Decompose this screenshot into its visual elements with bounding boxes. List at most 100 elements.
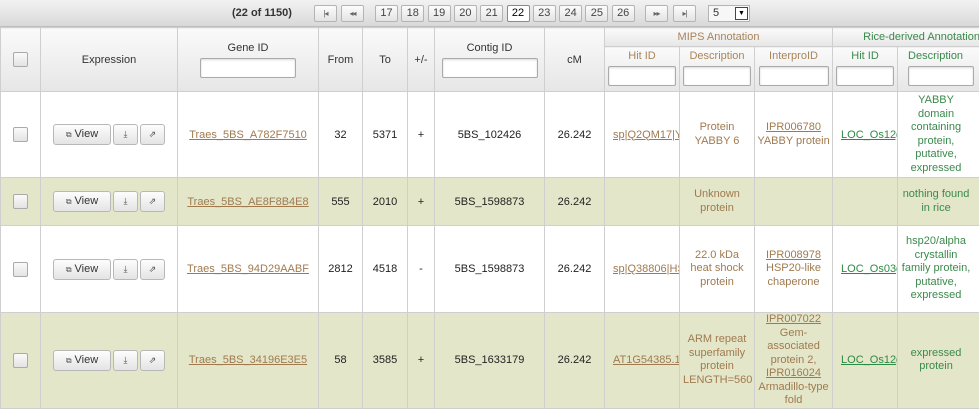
mips-description: Unknown protein xyxy=(680,188,754,215)
page-button[interactable]: 17 xyxy=(375,5,398,22)
mips-hit-id-cell xyxy=(605,178,680,226)
gene-id-header-label: Gene ID xyxy=(228,42,269,54)
rice-hit-link[interactable]: LOC_Os12g42610 xyxy=(841,129,898,141)
rice-description-cell: hsp20/alpha crystallin family protein, p… xyxy=(898,226,979,313)
to-cell: 2010 xyxy=(363,178,408,226)
rice-description-cell: YABBY domain containing protein, putativ… xyxy=(898,92,979,178)
gene-id-cell: Traes_5BS_A782F7510 xyxy=(178,92,319,178)
download-icon[interactable]: ⤓ xyxy=(113,191,138,212)
download-icon[interactable]: ⤓ xyxy=(113,124,138,145)
mips-hit-id-cell: sp|Q2QM17|YABBY6 xyxy=(605,92,680,178)
rice-hit-id-filter-input[interactable] xyxy=(836,66,894,86)
view-icon: ⧉ xyxy=(66,356,72,365)
row-checkbox[interactable] xyxy=(13,194,28,209)
row-checkbox[interactable] xyxy=(13,127,28,142)
rows-per-page-select[interactable]: 5 ▼ xyxy=(708,5,750,22)
contig-id-cell: 5BS_1633179 xyxy=(435,313,545,409)
interpro-id-link[interactable]: IPR007022 xyxy=(757,313,830,327)
contig-id-cell: 5BS_102426 xyxy=(435,92,545,178)
page-button[interactable]: 23 xyxy=(533,5,556,22)
select-all-checkbox[interactable] xyxy=(13,52,28,67)
from-cell: 32 xyxy=(319,92,363,178)
cm-header[interactable]: cM xyxy=(545,28,605,92)
rice-hit-link[interactable]: LOC_Os12g43050 xyxy=(841,354,898,366)
next-page-icon[interactable]: ▸▸ xyxy=(645,5,668,22)
mips-hit-id-filter-input[interactable] xyxy=(608,66,676,86)
contig-id-filter-input[interactable] xyxy=(442,58,538,78)
mips-description-cell: 22.0 kDa heat shock protein xyxy=(680,226,755,313)
to-cell: 5371 xyxy=(363,92,408,178)
row-checkbox[interactable] xyxy=(13,262,28,277)
view-expression-button[interactable]: ⧉View xyxy=(53,191,111,212)
page-button[interactable]: 24 xyxy=(559,5,582,22)
mips-hit-link[interactable]: sp|Q2QM17|YABBY6 xyxy=(613,129,680,141)
contig-id-cell: 5BS_1598873 xyxy=(435,178,545,226)
page-button[interactable]: 19 xyxy=(428,5,451,22)
rice-description-cell: nothing found in rice xyxy=(898,178,979,226)
external-link-icon[interactable]: ⇗ xyxy=(140,191,165,212)
interpro-id-link[interactable]: IPR016024 xyxy=(757,367,830,381)
prev-page-icon[interactable]: ◂◂ xyxy=(341,5,364,22)
table-row: ⧉View⤓⇗Traes_5BS_94D29AABF28124518-5BS_1… xyxy=(1,226,979,313)
page-button[interactable]: 20 xyxy=(454,5,477,22)
first-page-icon[interactable]: |◂ xyxy=(314,5,337,22)
external-link-icon[interactable]: ⇗ xyxy=(140,259,165,280)
external-link-icon[interactable]: ⇗ xyxy=(140,350,165,371)
last-page-icon[interactable]: ▸| xyxy=(673,5,696,22)
interpro-id-link[interactable]: IPR008978 xyxy=(757,249,830,263)
cm-cell: 26.242 xyxy=(545,92,605,178)
gene-id-header: Gene ID xyxy=(178,28,319,92)
external-link-icon[interactable]: ⇗ xyxy=(140,124,165,145)
to-cell: 4518 xyxy=(363,226,408,313)
rice-hit-id-header-label: Hit ID xyxy=(851,50,879,62)
view-icon: ⧉ xyxy=(66,265,72,274)
mips-description-filter-input[interactable] xyxy=(683,66,751,86)
to-header[interactable]: To xyxy=(363,28,408,92)
contig-id-cell: 5BS_1598873 xyxy=(435,226,545,313)
gene-id-filter-input[interactable] xyxy=(200,58,296,78)
rice-annotation-group-header: Rice-derived Annotation xyxy=(833,28,979,47)
gene-id-link[interactable]: Traes_5BS_34196E3E5 xyxy=(189,354,307,366)
mips-hit-link[interactable]: sp|Q38806|HSP22 xyxy=(613,263,680,275)
rice-description: expressed protein xyxy=(898,347,974,374)
mips-description-header: Description xyxy=(680,47,755,92)
from-cell: 58 xyxy=(319,313,363,409)
from-header[interactable]: From xyxy=(319,28,363,92)
download-icon[interactable]: ⤓ xyxy=(113,259,138,280)
mips-hit-link[interactable]: AT1G54385.1 xyxy=(613,354,680,366)
mips-description: 22.0 kDa heat shock protein xyxy=(680,249,754,290)
view-expression-button[interactable]: ⧉View xyxy=(53,259,111,280)
interpro-id-filter-input[interactable] xyxy=(759,66,829,86)
contig-id-header-label: Contig ID xyxy=(467,42,513,54)
chevron-down-icon: ▼ xyxy=(735,7,748,20)
view-expression-button[interactable]: ⧉View xyxy=(53,350,111,371)
interpro-id-link[interactable]: IPR006780 xyxy=(757,121,830,135)
rice-description-filter-input[interactable] xyxy=(908,66,974,86)
view-expression-button[interactable]: ⧉View xyxy=(53,124,111,145)
interpro-description: Armadillo-type fold xyxy=(757,381,830,408)
gene-id-link[interactable]: Traes_5BS_AE8F8B4E8 xyxy=(187,196,308,208)
mips-annotation-group-header: MIPS Annotation xyxy=(605,28,833,47)
download-icon[interactable]: ⤓ xyxy=(113,350,138,371)
table-row: ⧉View⤓⇗ Traes_5BS_34196E3E5 583585+5BS_163… xyxy=(1,313,979,409)
rice-hit-link[interactable]: LOC_Os03g16020 xyxy=(841,263,898,275)
mips-description-header-label: Description xyxy=(689,50,744,62)
strand-cell: + xyxy=(408,178,435,226)
gene-id-cell: Traes_5BS_AE8F8B4E8 xyxy=(178,178,319,226)
to-cell: 3585 xyxy=(363,313,408,409)
page-button[interactable]: 25 xyxy=(585,5,608,22)
mips-description-cell: Unknown protein xyxy=(680,178,755,226)
page-count-label: (22 of 1150) xyxy=(232,7,292,19)
row-checkbox[interactable] xyxy=(13,353,28,368)
page-button[interactable]: 18 xyxy=(401,5,424,22)
rice-description: hsp20/alpha crystallin family protein, p… xyxy=(898,235,974,303)
gene-id-link[interactable]: Traes_5BS_A782F7510 xyxy=(189,129,307,141)
strand-header[interactable]: +/- xyxy=(408,28,435,92)
rice-hit-id-cell: LOC_Os12g42610 xyxy=(833,92,898,178)
strand-cell: + xyxy=(408,313,435,409)
page-button-current[interactable]: 22 xyxy=(507,5,530,22)
gene-id-link[interactable]: Traes_5BS_94D29AABF xyxy=(187,263,309,275)
page-button[interactable]: 21 xyxy=(480,5,503,22)
page-button[interactable]: 26 xyxy=(612,5,635,22)
mips-hit-id-header-label: Hit ID xyxy=(628,50,656,62)
